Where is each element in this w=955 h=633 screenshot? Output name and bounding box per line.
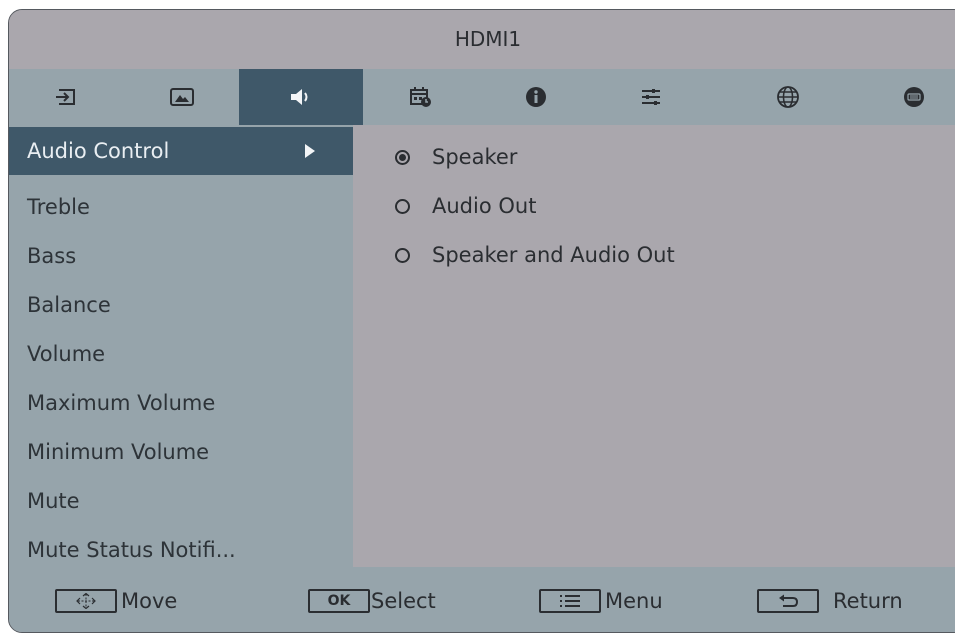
radio-selected-icon	[395, 149, 410, 165]
option-speaker[interactable]: Speaker	[395, 142, 517, 172]
sidebar-item-audio-control[interactable]: Audio Control	[9, 127, 353, 175]
option-audio-out[interactable]: Audio Out	[395, 191, 536, 221]
chevron-right-icon	[305, 144, 315, 158]
ok-key: OK	[308, 588, 370, 613]
osd-menu-window: HDMI1 Audio Control Treble Bass Balance …	[8, 9, 955, 633]
sidebar-item-label: Mute	[27, 489, 80, 513]
sidebar-menu: Audio Control Treble Bass Balance Volume…	[9, 125, 353, 567]
tab-schedule[interactable]	[363, 69, 478, 125]
keyboard-icon	[902, 86, 926, 108]
globe-network-icon	[776, 85, 800, 109]
category-tab-bar	[9, 69, 955, 125]
radio-unselected-icon	[395, 247, 410, 263]
tab-settings[interactable]	[593, 69, 708, 125]
hint-select: OK Select	[308, 567, 436, 632]
sidebar-item-maximum-volume[interactable]: Maximum Volume	[9, 379, 353, 427]
settings-sliders-icon	[640, 87, 662, 107]
sidebar-item-label: Mute Status Notifi...	[27, 538, 236, 562]
hint-label-menu: Menu	[605, 588, 663, 613]
move-arrows-icon	[55, 588, 117, 613]
sidebar-item-volume[interactable]: Volume	[9, 330, 353, 378]
picture-icon	[169, 87, 195, 107]
audio-control-options-panel: Speaker Audio Out Speaker and Audio Out	[353, 125, 955, 567]
source-title: HDMI1	[9, 10, 955, 69]
menu-list-icon	[539, 588, 601, 613]
hint-label-move: Move	[121, 588, 178, 613]
schedule-icon	[409, 86, 433, 108]
option-label: Audio Out	[432, 194, 537, 218]
hint-label-select: Select	[371, 588, 436, 613]
tab-info[interactable]	[478, 69, 593, 125]
tab-keyboard[interactable]	[859, 69, 955, 125]
hint-move: Move	[55, 567, 178, 632]
sidebar-item-balance[interactable]: Balance	[9, 281, 353, 329]
hint-menu: Menu	[539, 567, 663, 632]
sidebar-item-treble[interactable]: Treble	[9, 183, 353, 231]
sidebar-item-bass[interactable]: Bass	[9, 232, 353, 280]
sidebar-item-label: Treble	[27, 195, 90, 219]
sidebar-item-mute[interactable]: Mute	[9, 477, 353, 525]
return-arrow-icon	[757, 588, 819, 613]
sidebar-item-label: Minimum Volume	[27, 440, 210, 464]
input-source-icon	[55, 87, 79, 107]
tab-network[interactable]	[730, 69, 845, 125]
tab-input[interactable]	[9, 69, 124, 125]
sidebar-item-label: Volume	[27, 342, 106, 366]
footer-hint-bar: Move OK Select Menu Return	[9, 567, 955, 632]
tab-picture[interactable]	[124, 69, 239, 125]
audio-speaker-icon	[289, 87, 313, 107]
hint-return: Return	[757, 567, 903, 632]
sidebar-item-label: Audio Control	[27, 139, 170, 163]
sidebar-item-label: Balance	[27, 293, 111, 317]
sidebar-item-label: Bass	[27, 244, 77, 268]
sidebar-item-label: Maximum Volume	[27, 391, 216, 415]
option-label: Speaker and Audio Out	[432, 243, 675, 267]
sidebar-item-minimum-volume[interactable]: Minimum Volume	[9, 428, 353, 476]
hint-label-return: Return	[833, 588, 903, 613]
radio-unselected-icon	[395, 198, 410, 214]
option-speaker-and-audio-out[interactable]: Speaker and Audio Out	[395, 240, 675, 270]
option-label: Speaker	[432, 145, 518, 169]
info-icon	[525, 86, 547, 108]
tab-audio[interactable]	[239, 69, 363, 125]
